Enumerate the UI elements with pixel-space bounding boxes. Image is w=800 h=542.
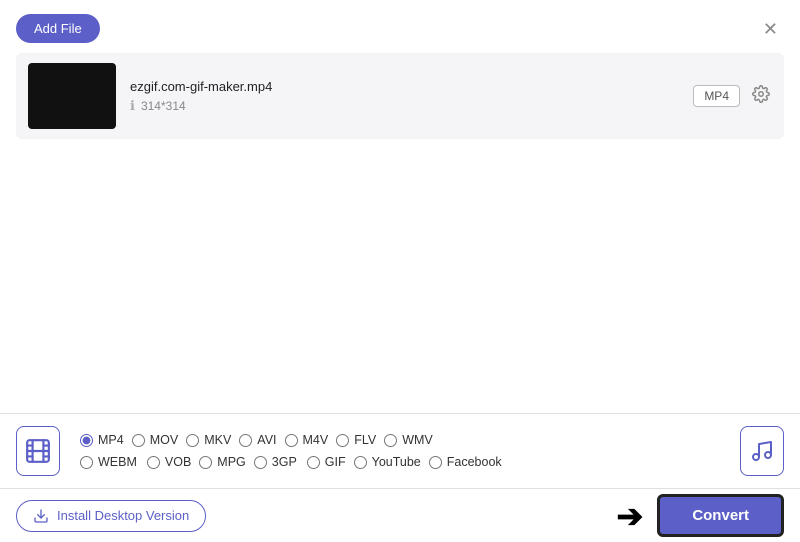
install-label: Install Desktop Version <box>57 508 189 523</box>
install-button[interactable]: Install Desktop Version <box>16 500 206 532</box>
format-youtube[interactable]: YouTube <box>350 453 425 471</box>
footer: Install Desktop Version ➔ Convert <box>0 488 800 542</box>
format-gif[interactable]: GIF <box>301 453 350 471</box>
format-mp4[interactable]: MP4 <box>76 431 128 449</box>
file-list: ezgif.com-gif-maker.mp4 ℹ 314*314 MP4 <box>0 53 800 139</box>
file-name: ezgif.com-gif-maker.mp4 <box>130 79 679 94</box>
film-icon-wrap[interactable] <box>16 426 60 476</box>
file-item: ezgif.com-gif-maker.mp4 ℹ 314*314 MP4 <box>16 53 784 139</box>
format-webm[interactable]: WEBM <box>76 453 141 471</box>
file-actions: MP4 <box>693 83 772 110</box>
music-icon <box>750 439 774 463</box>
footer-right: ➔ Convert <box>617 494 785 537</box>
format-facebook[interactable]: Facebook <box>425 453 506 471</box>
file-thumbnail <box>28 63 116 129</box>
format-badge: MP4 <box>693 85 740 107</box>
file-info: ezgif.com-gif-maker.mp4 ℹ 314*314 <box>130 79 679 114</box>
format-panel: MP4 MOV MKV AVI M4V FLV WMV W <box>0 413 800 486</box>
close-button[interactable]: ✕ <box>757 18 784 40</box>
film-icon <box>25 438 51 464</box>
settings-button[interactable] <box>750 83 772 110</box>
arrow-right-icon: ➔ <box>617 497 644 535</box>
format-wmv[interactable]: WMV <box>380 431 437 449</box>
info-icon: ℹ <box>130 98 135 114</box>
format-3gp[interactable]: 3GP <box>250 453 301 471</box>
format-m4v[interactable]: M4V <box>281 431 333 449</box>
download-icon <box>33 508 49 524</box>
music-icon-wrap[interactable] <box>740 426 784 476</box>
format-flv[interactable]: FLV <box>332 431 380 449</box>
file-meta: ℹ 314*314 <box>130 98 679 114</box>
format-mkv[interactable]: MKV <box>182 431 235 449</box>
header: Add File ✕ <box>0 0 800 53</box>
format-mov[interactable]: MOV <box>128 431 182 449</box>
add-file-button[interactable]: Add File <box>16 14 100 43</box>
file-resolution: 314*314 <box>141 99 186 113</box>
convert-button[interactable]: Convert <box>657 494 784 537</box>
format-mpg[interactable]: MPG <box>195 453 249 471</box>
content-area <box>0 139 800 369</box>
format-avi[interactable]: AVI <box>235 431 280 449</box>
format-vob[interactable]: VOB <box>141 453 195 471</box>
